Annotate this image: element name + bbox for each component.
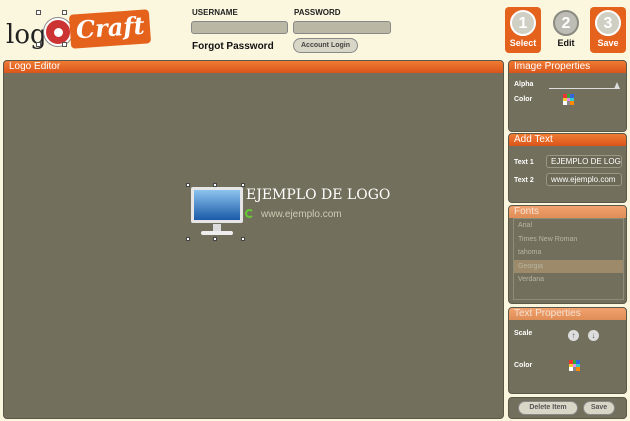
- font-item-times-new-roman[interactable]: Times New Roman: [514, 233, 623, 247]
- step-save[interactable]: 3 Save: [590, 7, 626, 53]
- text1-input[interactable]: EJEMPLO DE LOGO: [546, 155, 622, 168]
- color-picker-icon[interactable]: [563, 94, 574, 105]
- font-item-verdana[interactable]: Verdana: [514, 273, 623, 287]
- logo-selection-handle: [62, 10, 67, 15]
- resize-handle[interactable]: [241, 183, 245, 187]
- font-item-arial[interactable]: Arial: [514, 219, 623, 233]
- text-color-label: Color: [514, 362, 533, 369]
- logo-text[interactable]: EJEMPLO DE LOGO: [246, 187, 390, 203]
- logo-editor-panel: Logo Editor EJEMPLO DE LOGO www.ejemplo.…: [3, 60, 504, 419]
- text2-input[interactable]: www.ejemplo.com: [546, 173, 622, 186]
- font-item-georgia[interactable]: Georgia: [514, 259, 623, 273]
- monitor-icon[interactable]: [189, 185, 245, 239]
- alpha-slider-thumb[interactable]: [614, 82, 620, 89]
- image-properties-title: Image Properties: [509, 61, 626, 73]
- alpha-slider-track[interactable]: [549, 88, 619, 89]
- scale-down-icon[interactable]: ↓: [588, 330, 599, 341]
- color-picker-icon[interactable]: [569, 360, 580, 371]
- step-number: 2: [553, 10, 579, 36]
- logo-ball-icon: [44, 18, 72, 46]
- forgot-password-link[interactable]: Forgot Password: [192, 41, 274, 52]
- save-button[interactable]: Save: [583, 401, 615, 415]
- logo-subtext[interactable]: www.ejemplo.com: [261, 209, 342, 220]
- logo-tag: Craft: [68, 9, 152, 49]
- username-input[interactable]: [191, 21, 288, 34]
- resize-handle[interactable]: [213, 237, 217, 241]
- text-properties-title: Text Properties: [509, 308, 626, 320]
- add-text-panel: Add Text Text 1 EJEMPLO DE LOGO Text 2 w…: [508, 133, 627, 203]
- logo-wordmark-right: Craft: [74, 10, 146, 45]
- password-input[interactable]: [293, 21, 391, 34]
- monitor-base: [201, 231, 233, 235]
- scale-up-icon[interactable]: ↑: [568, 330, 579, 341]
- resize-handle[interactable]: [241, 237, 245, 241]
- fonts-title: Fonts: [509, 206, 626, 218]
- step-select[interactable]: 1 Select: [505, 7, 541, 53]
- font-list: Arial Times New Roman tahoma Georgia Ver…: [513, 218, 624, 300]
- add-text-title: Add Text: [509, 134, 626, 146]
- delete-item-button[interactable]: Delete Item: [518, 401, 578, 415]
- logo-selection-handle: [36, 10, 41, 15]
- text1-label: Text 1: [514, 159, 534, 166]
- password-label: PASSWORD: [294, 8, 341, 17]
- account-login-button[interactable]: Account Login: [293, 38, 358, 53]
- logo-selection-handle: [36, 42, 41, 47]
- logocraft-logo[interactable]: logo Craft: [6, 8, 152, 52]
- username-label: USERNAME: [192, 8, 238, 17]
- logo-editor-title: Logo Editor: [4, 61, 503, 73]
- logo-selection-handle: [62, 42, 67, 47]
- scale-label: Scale: [514, 330, 533, 337]
- step-label: Edit: [557, 38, 575, 48]
- step-label: Save: [597, 38, 619, 48]
- step-number: 3: [595, 10, 621, 36]
- step-number: 1: [510, 10, 536, 36]
- text-properties-panel: Text Properties Scale ↑ ↓ Color: [508, 307, 627, 394]
- fonts-panel: Fonts Arial Times New Roman tahoma Georg…: [508, 205, 627, 304]
- alpha-label: Alpha: [514, 81, 534, 88]
- image-properties-panel: Image Properties Alpha Color: [508, 60, 627, 132]
- monitor-screen: [191, 187, 243, 223]
- monitor-stand: [213, 224, 221, 231]
- text2-label: Text 2: [514, 177, 534, 184]
- step-edit[interactable]: 2 Edit: [548, 7, 584, 53]
- font-item-tahoma[interactable]: tahoma: [514, 246, 623, 260]
- resize-handle[interactable]: [186, 237, 190, 241]
- action-bar: Delete Item Save: [508, 397, 627, 419]
- step-label: Select: [509, 38, 537, 48]
- header: logo Craft USERNAME PASSWORD Forgot Pass…: [0, 0, 630, 58]
- resize-handle[interactable]: [213, 183, 217, 187]
- resize-handle[interactable]: [186, 183, 190, 187]
- rotate-icon[interactable]: [245, 209, 254, 218]
- image-color-label: Color: [514, 96, 533, 103]
